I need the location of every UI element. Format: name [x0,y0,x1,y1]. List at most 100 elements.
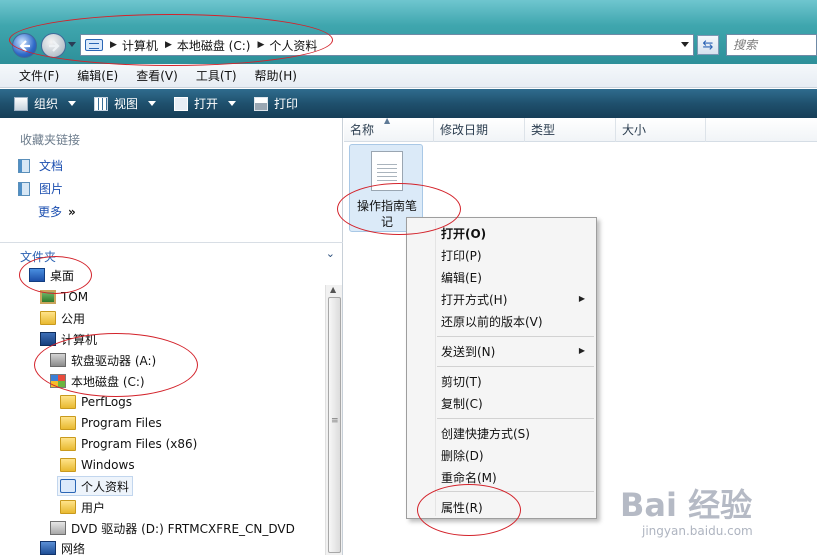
menu-gutter [435,220,436,516]
menu-item-send-to[interactable]: 发送到(N) [441,343,495,360]
menu-help[interactable]: 帮助(H) [246,67,306,84]
views-button[interactable]: 视图 [94,95,157,112]
column-label: 修改日期 [440,123,489,137]
tree-item-tom[interactable]: TOM [40,287,88,307]
folder-icon [60,395,76,409]
menu-item-open[interactable]: 打开(O) [441,225,486,242]
menu-item-copy[interactable]: 复制(C) [441,395,483,412]
menu-item-create-shortcut[interactable]: 创建快捷方式(S) [441,425,530,442]
tree-item-computer[interactable]: 计算机 [40,329,97,349]
favorite-label: 文档 [39,159,64,173]
tree-item-perflogs[interactable]: PerfLogs [60,392,132,412]
menu-separator [437,418,594,419]
tree-label: Program Files [81,416,162,430]
column-date-modified[interactable]: 修改日期 [434,118,525,142]
navigation-pane: 收藏夹链接 文档 图片 更多 » 文件夹 ⌄ 桌面 TOM 公用 计算机 软盘驱… [0,118,343,555]
tree-item-local-disk[interactable]: 本地磁盘 (C:) [50,371,145,391]
menu-file[interactable]: 文件(F) [10,67,68,84]
search-input[interactable]: 搜索 [726,34,817,56]
menu-item-rename[interactable]: 重命名(M) [441,469,497,486]
local-disk-icon [50,374,66,388]
network-icon [40,541,56,555]
tree-item-program-files-x86[interactable]: Program Files (x86) [60,434,197,454]
tree-item-windows[interactable]: Windows [60,455,135,475]
menu-view[interactable]: 查看(V) [127,67,187,84]
tree-item-program-files[interactable]: Program Files [60,413,162,433]
tree-item-users[interactable]: 用户 [60,497,105,517]
breadcrumb-local-disk[interactable]: 本地磁盘 (C:) [177,37,251,54]
tree-label: 个人资料 [81,479,130,494]
chevron-right-icon[interactable]: ▶ [257,40,264,50]
menu-item-cut[interactable]: 剪切(T) [441,373,482,390]
print-button[interactable]: 打印 [254,95,298,112]
user-folder-icon [40,290,56,304]
column-name[interactable]: ▲ 名称 [344,116,434,142]
menu-tools[interactable]: 工具(T) [187,67,246,84]
folders-title: 文件夹 [20,250,57,264]
forward-arrow-icon [49,40,60,52]
chevron-down-icon [228,101,237,106]
chevron-right-icon[interactable]: ▶ [110,40,117,50]
open-button[interactable]: 打开 [174,95,237,112]
breadcrumb-personal-files[interactable]: 个人资料 [269,37,317,54]
recent-pages-dropdown-icon[interactable] [68,42,76,47]
pictures-icon [18,181,30,196]
folders-header[interactable]: 文件夹 ⌄ [0,242,343,264]
back-button[interactable] [12,33,37,58]
menu-edit[interactable]: 编辑(E) [68,67,127,84]
print-label: 打印 [274,97,299,111]
desktop-icon [29,268,45,282]
tree-item-personal-files[interactable]: 个人资料 [57,476,134,496]
menu-bar: 文件(F) 编辑(E) 查看(V) 工具(T) 帮助(H) [0,64,817,88]
menu-item-properties[interactable]: 属性(R) [441,499,483,516]
column-label: 名称 [350,123,375,137]
tree-label: 软盘驱动器 (A:) [71,353,157,368]
tree-item-network[interactable]: 网络 [40,538,85,555]
tree-item-desktop[interactable]: 桌面 [29,265,74,285]
tree-item-public[interactable]: 公用 [40,308,85,328]
column-size[interactable]: 大小 [616,118,706,142]
baidu-watermark: Bai 经验 jingyan.baidu.com [620,480,810,550]
tree-label: 公用 [61,311,86,326]
favorite-documents[interactable]: 文档 [18,157,63,174]
chevron-right-icon[interactable]: ▶ [165,40,172,50]
folder-icon [60,458,76,472]
folder-icon [40,311,56,325]
menu-item-edit[interactable]: 编辑(E) [441,269,482,286]
favorites-title: 收藏夹链接 [20,133,81,147]
menu-item-restore-versions[interactable]: 还原以前的版本(V) [441,313,543,330]
organize-button[interactable]: 组织 [14,95,77,112]
sort-ascending-icon: ▲ [384,116,391,125]
nav-scrollbar[interactable]: ▲ [325,285,342,555]
forward-button[interactable] [41,33,66,58]
organize-label: 组织 [34,97,59,111]
address-bar[interactable]: ▶ 计算机 ▶ 本地磁盘 (C:) ▶ 个人资料 [80,34,694,56]
breadcrumb-computer[interactable]: 计算机 [122,37,158,54]
tree-item-floppy[interactable]: 软盘驱动器 (A:) [50,350,156,370]
library-icon [85,39,103,51]
menu-separator [437,366,594,367]
open-label: 打开 [194,97,219,111]
tree-item-dvd-drive[interactable]: DVD 驱动器 (D:) FRTMCXFRE_CN_DVD [50,518,295,538]
folder-icon [60,437,76,451]
submenu-arrow-icon: ▶ [578,294,585,303]
favorite-more[interactable]: 更多 » [38,203,76,220]
folder-icon [60,500,76,514]
address-dropdown-icon[interactable] [681,42,689,47]
scrollbar-thumb[interactable] [328,297,341,553]
context-menu: 打开(O) 打印(P) 编辑(E) 打开方式(H) ▶ 还原以前的版本(V) 发… [406,217,597,519]
column-type[interactable]: 类型 [525,118,616,142]
menu-item-open-with[interactable]: 打开方式(H) [441,291,507,308]
favorite-label: 更多 [38,205,63,219]
scroll-up-icon[interactable]: ▲ [330,285,336,294]
favorite-pictures[interactable]: 图片 [18,180,63,197]
tree-label: 本地磁盘 (C:) [71,374,145,389]
tree-label: 网络 [61,541,86,555]
menu-item-print[interactable]: 打印(P) [441,247,482,264]
computer-icon [40,332,56,346]
refresh-button[interactable]: ⇆ [697,35,719,55]
chevron-down-icon [148,101,157,106]
menu-item-delete[interactable]: 删除(D) [441,447,484,464]
back-arrow-icon [19,40,30,52]
views-icon [94,96,109,111]
